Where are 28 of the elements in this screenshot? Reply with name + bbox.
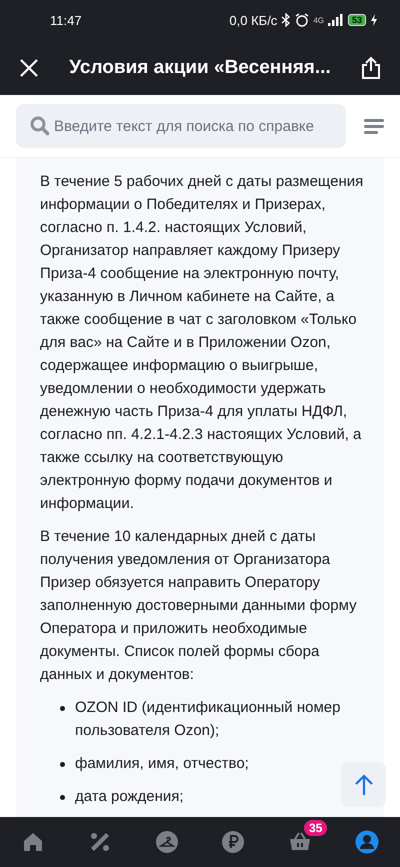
- bullet-icon: [60, 795, 65, 800]
- bluetooth-icon: [281, 13, 292, 27]
- ruble-icon: [221, 830, 246, 854]
- alarm-icon: [295, 13, 310, 27]
- battery-level: 53: [348, 14, 366, 26]
- menu-button[interactable]: [364, 118, 384, 134]
- article-paragraph: В течение 10 календарных дней с даты получения уведомления от Организатора Призер обязуется направить Оператору заполненную достоверными данными форму Оператора и приложить необходимые документы. Список полей формы сбора данных и документов:: [40, 527, 358, 685]
- search-icon: [30, 116, 50, 136]
- search-field[interactable]: Введите текст для поиска по справке: [16, 104, 346, 148]
- status-time: 11:47: [50, 12, 82, 28]
- profile-icon: [354, 830, 379, 854]
- charging-icon: [370, 14, 378, 26]
- list-item: фамилия, имя, отчество;: [75, 754, 249, 774]
- scroll-top-button[interactable]: [341, 762, 386, 807]
- hanger-icon: [154, 830, 179, 854]
- share-button[interactable]: [360, 56, 382, 80]
- bullet-icon: [60, 706, 65, 711]
- bullet-icon: [60, 762, 65, 767]
- page-title: Условия акции «Весенняя...: [68, 56, 332, 78]
- network-speed: 0,0 КБ/с: [229, 12, 278, 28]
- cart-count: 35: [304, 820, 328, 836]
- network-type: 4G: [313, 16, 324, 24]
- article-paragraph: В течение 5 рабочих дней с даты размещения информации о Победителях и Призерах, согласно п. 1.4.2. настоящих Условий, Организатор направляет каждому Призеру Приза-4 сообщение на электронную почту, указанную в Личном кабинете на Сайте, а также сообщение в чат с заголовком «Только для вас» на Сайте и в Приложении Ozon, содержащее информацию о выигрыше, уведомлении о необходимости удержать денежную часть Приза-4 для уплаты НДФЛ, согласно пп. 4.2.1-4.2.3 настоящих Условий, а также ссылку на соответствующую электронную форму подачи документов и информации.: [40, 172, 364, 514]
- close-button[interactable]: [18, 56, 40, 78]
- list-item: дата рождения;: [75, 787, 184, 807]
- signal-icon: [328, 14, 344, 26]
- arrow-up-icon: [354, 774, 374, 796]
- list-item: OZON ID (идентификационный номер пользователя Ozon);: [75, 698, 342, 741]
